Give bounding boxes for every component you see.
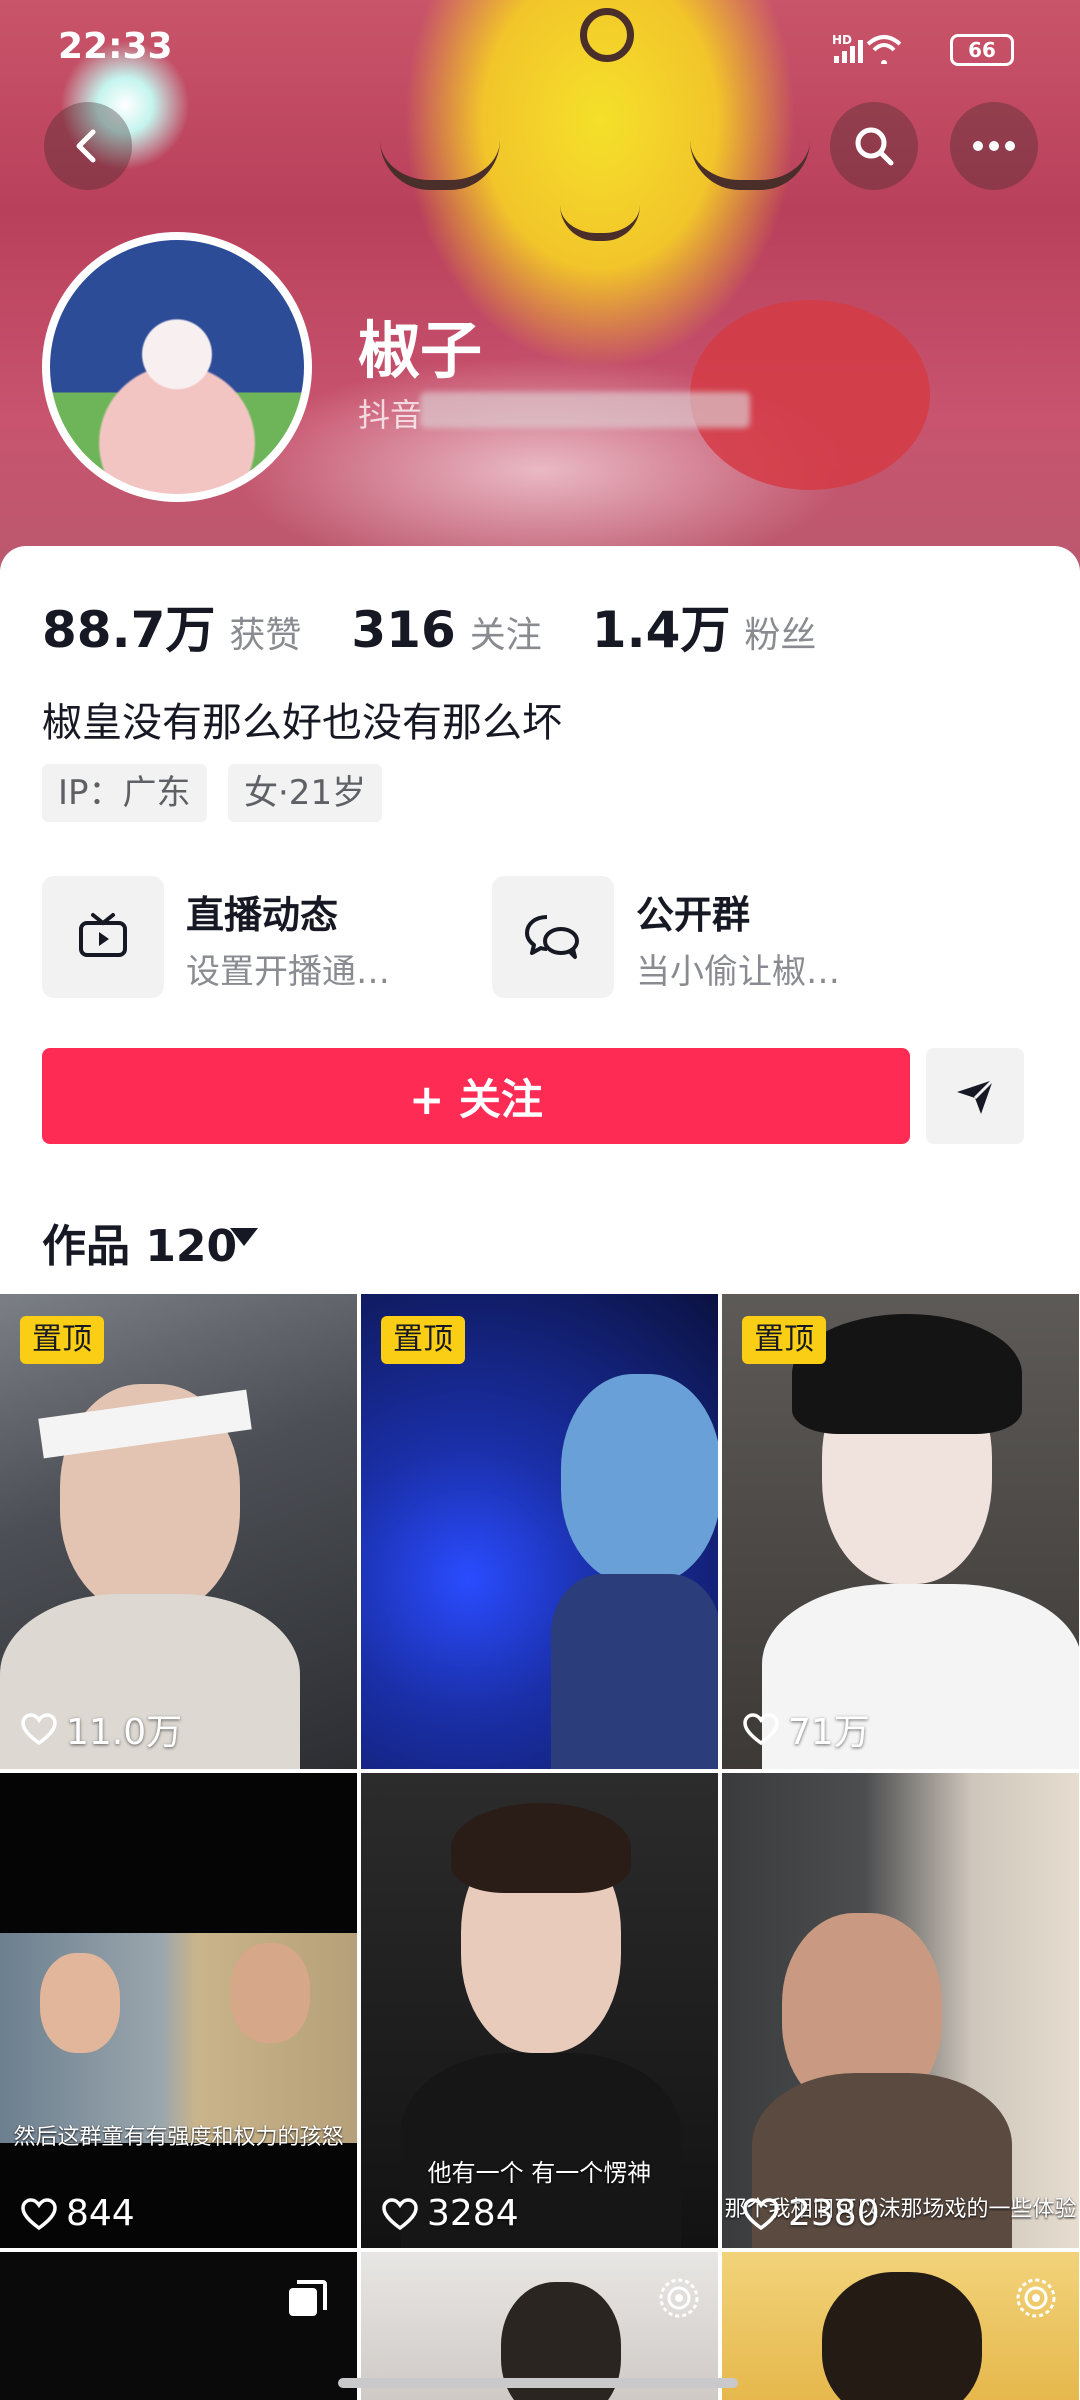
feature-public-group[interactable]: 公开群 当小偷让椒…: [492, 876, 942, 998]
svg-text:HD: HD: [832, 34, 852, 47]
avatar[interactable]: [42, 232, 312, 502]
stat-likes-label: 获赞: [229, 615, 302, 656]
heart-icon: [382, 2197, 418, 2230]
stats-row: 88.7万 获赞 316 关注 1.4万 粉丝: [42, 590, 866, 662]
back-button[interactable]: [44, 102, 132, 190]
follow-button[interactable]: + 关注: [42, 1048, 910, 1144]
id-redacted-blur: [420, 392, 750, 428]
live-photo-icon: [657, 2276, 701, 2324]
stat-followers-label[interactable]: 粉丝: [744, 606, 816, 658]
chat-bubbles-icon: [492, 876, 614, 998]
caret-down-icon[interactable]: [230, 1228, 258, 1246]
banner-art-eye-left: [380, 140, 500, 190]
stat-following-value[interactable]: 316: [351, 601, 455, 659]
like-count: 2380: [742, 2193, 880, 2234]
feature-title: 公开群: [636, 893, 751, 937]
profile-bio: 椒皇没有那么好也没有那么坏: [42, 700, 562, 746]
video-tile[interactable]: 置顶 71万: [722, 1294, 1079, 1769]
heart-icon: [743, 2197, 779, 2230]
video-tile[interactable]: 然后这群童有有强度和权力的孩怒 844: [0, 1773, 357, 2248]
profile-id: 抖音: [358, 396, 423, 434]
like-count: 71万: [742, 1703, 870, 1755]
profile-nickname: 椒子: [358, 314, 483, 387]
thumbnail-art: [40, 1953, 120, 2053]
video-tile[interactable]: 那个我相旧可以沫那场戏的一些体验 2380: [722, 1773, 1079, 2248]
banner-art-eye-right: [690, 140, 810, 190]
thumbnail-art: [792, 1314, 1022, 1434]
search-button[interactable]: [830, 102, 918, 190]
thumbnail-art: [561, 1374, 718, 1584]
like-count: 3284: [381, 2193, 519, 2234]
thumbnail-art: [551, 1574, 718, 1769]
live-photo-icon: [1014, 2276, 1058, 2324]
thumbnail-art: [822, 2272, 982, 2400]
chevron-left-icon: [76, 129, 96, 163]
tv-icon: [42, 876, 164, 998]
paper-plane-icon: [957, 1078, 995, 1114]
video-tile[interactable]: [722, 2252, 1079, 2400]
message-button[interactable]: [926, 1048, 1024, 1144]
heart-icon: [21, 2197, 57, 2230]
feature-title: 直播动态: [186, 893, 339, 937]
avatar-image: [50, 240, 304, 494]
video-tile[interactable]: 置顶: [361, 1294, 718, 1769]
signal-icon: HD: [832, 33, 942, 72]
video-tile[interactable]: 置顶 11.0万: [0, 1294, 357, 1769]
feature-subtitle: 当小偷让椒…: [636, 952, 840, 992]
search-icon: [855, 127, 894, 166]
video-tile[interactable]: 他有一个 有一个愣神 3284: [361, 1773, 718, 2248]
pinned-badge: 置顶: [20, 1316, 104, 1364]
more-dots-icon: [973, 141, 1015, 151]
like-count: 11.0万: [20, 1703, 182, 1755]
stat-followers-value[interactable]: 1.4万: [592, 590, 731, 662]
thumbnail-art: [230, 1943, 310, 2043]
home-indicator[interactable]: [338, 2378, 738, 2388]
stat-following-label[interactable]: 关注: [470, 606, 542, 658]
multi-image-icon: [285, 2278, 329, 2326]
battery-icon: 66: [950, 34, 1014, 66]
video-caption: 他有一个 有一个愣神: [427, 2159, 652, 2187]
tag-ip-location: IP：广东: [42, 764, 207, 822]
works-tab[interactable]: 作品 120: [42, 1210, 237, 1274]
thumbnail-art: [451, 1803, 631, 1893]
feature-subtitle: 设置开播通…: [186, 952, 390, 992]
pinned-badge: 置顶: [742, 1316, 826, 1364]
status-time: 22:33: [58, 26, 173, 67]
more-button[interactable]: [950, 102, 1038, 190]
pinned-badge: 置顶: [381, 1316, 465, 1364]
tag-gender-age: 女·21岁: [228, 764, 383, 822]
video-tile[interactable]: [0, 2252, 357, 2400]
heart-icon: [743, 1713, 779, 1746]
status-bar: 22:33 HD 66: [0, 0, 1080, 100]
video-caption: 然后这群童有有强度和权力的孩怒: [13, 2125, 344, 2150]
banner-art-mouth: [560, 205, 640, 241]
heart-icon: [21, 1713, 57, 1746]
like-count: 844: [20, 2193, 135, 2234]
feature-live-updates[interactable]: 直播动态 设置开播通…: [42, 876, 492, 998]
stat-likes-value: 88.7万: [42, 601, 216, 659]
